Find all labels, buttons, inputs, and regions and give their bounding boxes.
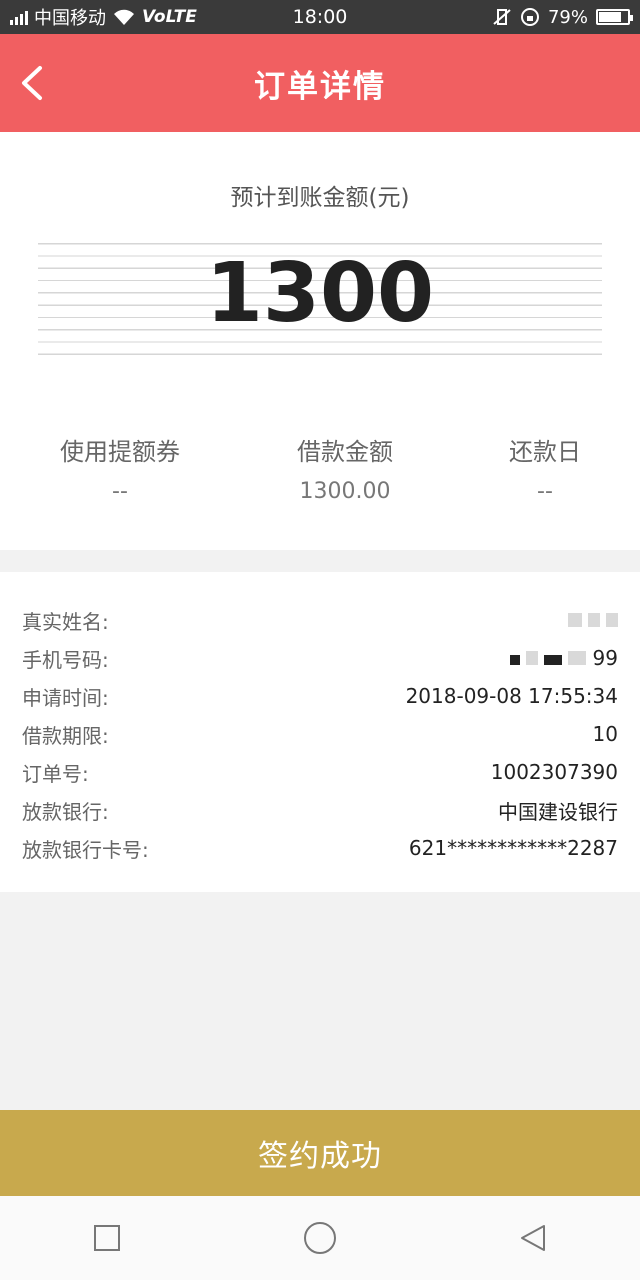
carrier-name: 中国移动: [34, 8, 106, 29]
detail-row-phone: 手机号码: 99: [22, 643, 618, 673]
phone-visible-digits: 99: [592, 646, 618, 670]
detail-row-apply-time: 申请时间: 2018-09-08 17:55:34: [22, 681, 618, 711]
detail-label: 真实姓名:: [22, 609, 109, 634]
expected-amount-value: 1300: [205, 246, 435, 341]
detail-value: 621************2287: [408, 836, 618, 860]
stat-label: 借款金额: [297, 438, 393, 466]
expected-amount-label: 预计到账金额(元): [230, 185, 410, 211]
detail-row-term: 借款期限: 10: [22, 719, 618, 749]
detail-value: 1002307390: [490, 760, 618, 784]
chevron-left-icon[interactable]: [14, 62, 50, 104]
header-bar: 订单详情: [0, 34, 640, 132]
stat-value: --: [537, 479, 553, 504]
square-icon[interactable]: [77, 1208, 137, 1268]
detail-label: 订单号:: [22, 761, 89, 786]
circle-icon[interactable]: [290, 1208, 350, 1268]
detail-label: 借款期限:: [22, 723, 109, 748]
sign-success-button[interactable]: 签约成功: [0, 1110, 640, 1196]
status-bar: 中国移动 VoLTE 18:00 79%: [0, 0, 640, 34]
battery-icon: [596, 9, 633, 25]
system-nav-bar: [0, 1196, 640, 1280]
detail-row-card-number: 放款银行卡号: 621************2287: [22, 833, 618, 863]
amount-summary-card: 预计到账金额(元) 1300 使用提额券 -- 借款金额 1300.00 还款日…: [0, 132, 640, 550]
detail-value: 中国建设银行: [498, 799, 618, 824]
triangle-back-icon[interactable]: [503, 1208, 563, 1268]
detail-row-bank: 放款银行: 中国建设银行: [22, 795, 618, 825]
detail-label: 手机号码:: [22, 647, 109, 672]
battery-percent: 79%: [547, 6, 588, 28]
stat-value: 1300.00: [299, 479, 391, 504]
detail-row-name: 真实姓名:: [22, 605, 618, 635]
volte-label: VoLTE: [142, 7, 197, 27]
detail-value: 2018-09-08 17:55:34: [405, 684, 618, 708]
stat-loan-amount: 借款金额 1300.00: [245, 432, 445, 504]
stat-value: --: [112, 479, 128, 504]
detail-value: 10: [592, 722, 618, 746]
detail-value: 99: [504, 646, 618, 670]
stat-coupon: 使用提额券 --: [20, 432, 220, 504]
detail-row-order-number: 订单号: 1002307390: [22, 757, 618, 787]
detail-value-redacted: [562, 608, 618, 632]
page-title: 订单详情: [254, 68, 386, 105]
loan-stats: 使用提额券 -- 借款金额 1300.00 还款日 --: [0, 432, 640, 512]
stat-repay-date: 还款日 --: [445, 432, 640, 504]
detail-label: 放款银行:: [22, 799, 109, 824]
vibrate-icon: [493, 9, 511, 25]
lock-rotation-icon: [520, 8, 539, 26]
signal-icon: [10, 9, 28, 25]
detail-label: 放款银行卡号:: [22, 837, 149, 862]
stat-label: 使用提额券: [60, 438, 180, 466]
order-details-card: 真实姓名: 手机号码: 99 申请时间: 2018-09-08 17:55:34…: [0, 572, 640, 892]
stat-label: 还款日: [509, 438, 581, 466]
detail-label: 申请时间:: [22, 685, 109, 710]
wifi-icon: [114, 9, 134, 25]
